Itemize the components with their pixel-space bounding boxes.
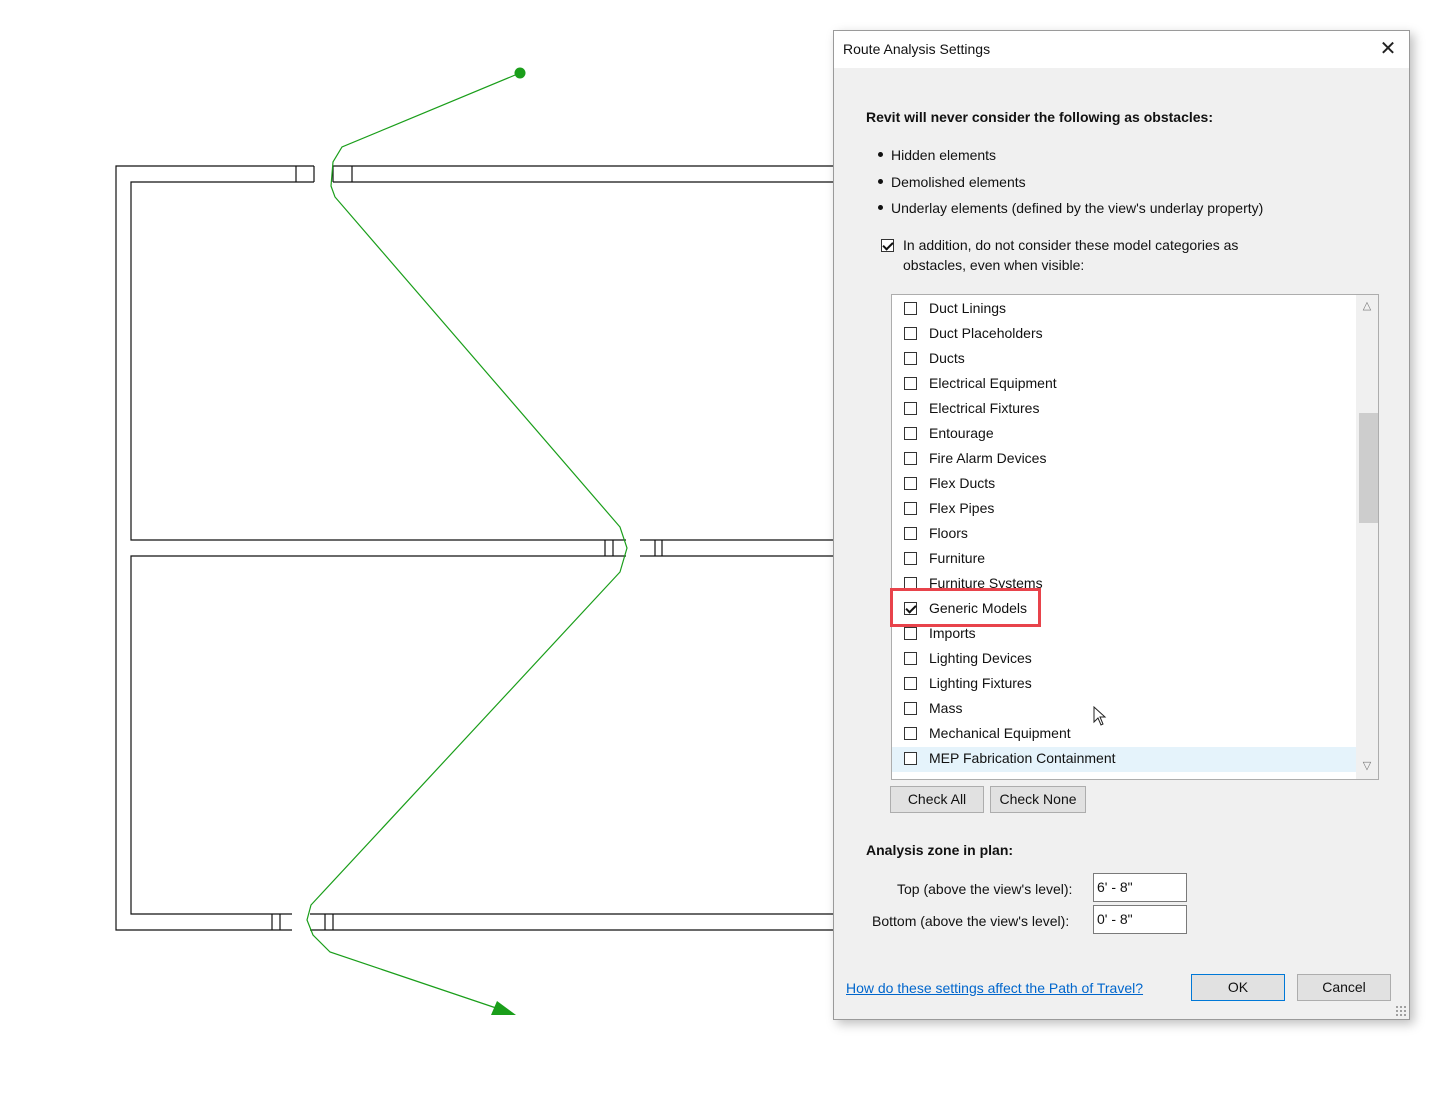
listbox-scrollbar[interactable]: △ ▽ — [1356, 295, 1378, 779]
category-checkbox[interactable] — [904, 702, 917, 715]
top-offset-input[interactable]: 6' - 8" — [1093, 873, 1187, 902]
category-item[interactable]: Ducts — [892, 347, 1356, 372]
addition-label-line2: obstacles, even when visible: — [903, 257, 1085, 273]
bottom-label: Bottom (above the view's level): — [872, 913, 1070, 929]
category-item[interactable]: Flex Ducts — [892, 472, 1356, 497]
mouse-cursor-icon — [1093, 706, 1107, 726]
cancel-button[interactable]: Cancel — [1297, 974, 1391, 1001]
category-checkbox[interactable] — [904, 652, 917, 665]
scrollbar-thumb[interactable] — [1359, 413, 1378, 523]
category-label: Duct Linings — [929, 300, 1007, 316]
category-item[interactable]: Duct Linings — [892, 297, 1356, 322]
category-item[interactable]: Furniture — [892, 547, 1356, 572]
category-checkbox[interactable] — [904, 352, 917, 365]
category-item[interactable]: Fire Alarm Devices — [892, 447, 1356, 472]
category-item[interactable]: Electrical Equipment — [892, 372, 1356, 397]
category-label: Mass — [929, 700, 963, 716]
resize-grip-icon[interactable] — [1395, 1005, 1407, 1017]
door-bottom — [271, 913, 334, 931]
chevron-down-icon[interactable]: ▽ — [1361, 759, 1373, 775]
category-item[interactable]: Electrical Fixtures — [892, 397, 1356, 422]
category-label: Duct Placeholders — [929, 325, 1043, 341]
category-checkbox[interactable] — [904, 527, 917, 540]
category-label: Fire Alarm Devices — [929, 450, 1047, 466]
check-all-button[interactable]: Check All — [890, 786, 984, 813]
top-label: Top (above the view's level): — [897, 881, 1073, 897]
chevron-up-icon[interactable]: △ — [1361, 299, 1373, 315]
category-label: MEP Fabrication Containment — [929, 750, 1116, 766]
category-checkbox[interactable] — [904, 627, 917, 640]
category-item[interactable]: Lighting Devices — [892, 647, 1356, 672]
path-start-point — [514, 67, 526, 79]
category-item[interactable]: Duct Placeholders — [892, 322, 1356, 347]
category-label: Mechanical Equipment — [929, 725, 1071, 741]
addition-checkbox[interactable] — [881, 239, 894, 252]
path-of-travel — [306, 72, 628, 1012]
obstacles-heading: Revit will never consider the following … — [866, 109, 1213, 125]
category-item[interactable]: Lighting Fixtures — [892, 672, 1356, 697]
close-icon[interactable]: ✕ — [1373, 35, 1403, 63]
check-none-button[interactable]: Check None — [990, 786, 1086, 813]
inner-wall-bottom — [130, 555, 835, 915]
bullet-underlay: Underlay elements (defined by the view's… — [891, 200, 1264, 216]
generic-models-highlight — [890, 588, 1041, 627]
bullet-icon — [878, 152, 883, 157]
bullet-demolished: Demolished elements — [891, 174, 1026, 190]
category-checkbox[interactable] — [904, 552, 917, 565]
category-label: Ducts — [929, 350, 965, 366]
route-analysis-settings-dialog: Route Analysis Settings ✕ Revit will nev… — [833, 30, 1410, 1020]
inner-wall-top — [130, 181, 835, 541]
category-item[interactable]: Flex Pipes — [892, 497, 1356, 522]
addition-label-line1: In addition, do not consider these model… — [903, 237, 1239, 253]
category-label: Imports — [929, 625, 976, 641]
category-item[interactable]: Floors — [892, 522, 1356, 547]
category-checkbox[interactable] — [904, 377, 917, 390]
category-item[interactable]: Mechanical Equipment — [892, 722, 1356, 747]
category-label: Entourage — [929, 425, 994, 441]
dialog-title: Route Analysis Settings — [843, 41, 991, 57]
category-label: Furniture — [929, 550, 986, 566]
category-label: Lighting Devices — [929, 650, 1032, 666]
category-label: Flex Ducts — [929, 475, 996, 491]
category-label: Electrical Fixtures — [929, 400, 1040, 416]
category-label: Electrical Equipment — [929, 375, 1057, 391]
path-end-arrow — [491, 1001, 516, 1015]
bullet-hidden: Hidden elements — [891, 147, 997, 163]
category-checkbox[interactable] — [904, 402, 917, 415]
help-link[interactable]: How do these settings affect the Path of… — [846, 980, 1143, 996]
category-label: Lighting Fixtures — [929, 675, 1032, 691]
category-checkbox[interactable] — [904, 752, 917, 765]
category-item[interactable]: Entourage — [892, 422, 1356, 447]
category-checkbox[interactable] — [904, 427, 917, 440]
category-checkbox[interactable] — [904, 302, 917, 315]
walls — [115, 165, 835, 931]
title-bar: Route Analysis Settings ✕ — [834, 31, 1409, 68]
category-checkbox[interactable] — [904, 452, 917, 465]
category-item[interactable]: Mass — [892, 697, 1356, 722]
category-checkbox[interactable] — [904, 677, 917, 690]
bottom-offset-input[interactable]: 0' - 8" — [1093, 905, 1187, 934]
category-item[interactable]: MEP Fabrication Containment — [892, 747, 1356, 772]
door-top — [295, 165, 353, 183]
category-checkbox[interactable] — [904, 477, 917, 490]
bullet-icon — [878, 179, 883, 184]
category-checkbox[interactable] — [904, 502, 917, 515]
door-middle — [604, 539, 663, 557]
bullet-icon — [878, 205, 883, 210]
category-checkbox[interactable] — [904, 327, 917, 340]
categories-listbox[interactable]: Duct Linings Duct Placeholders Ducts Electr… — [891, 294, 1379, 780]
zone-heading: Analysis zone in plan: — [866, 842, 1014, 858]
category-label: Flex Pipes — [929, 500, 995, 516]
outer-wall — [115, 165, 835, 931]
category-label: Floors — [929, 525, 968, 541]
ok-button[interactable]: OK — [1191, 974, 1285, 1001]
path-line — [306, 72, 628, 1012]
category-checkbox[interactable] — [904, 727, 917, 740]
